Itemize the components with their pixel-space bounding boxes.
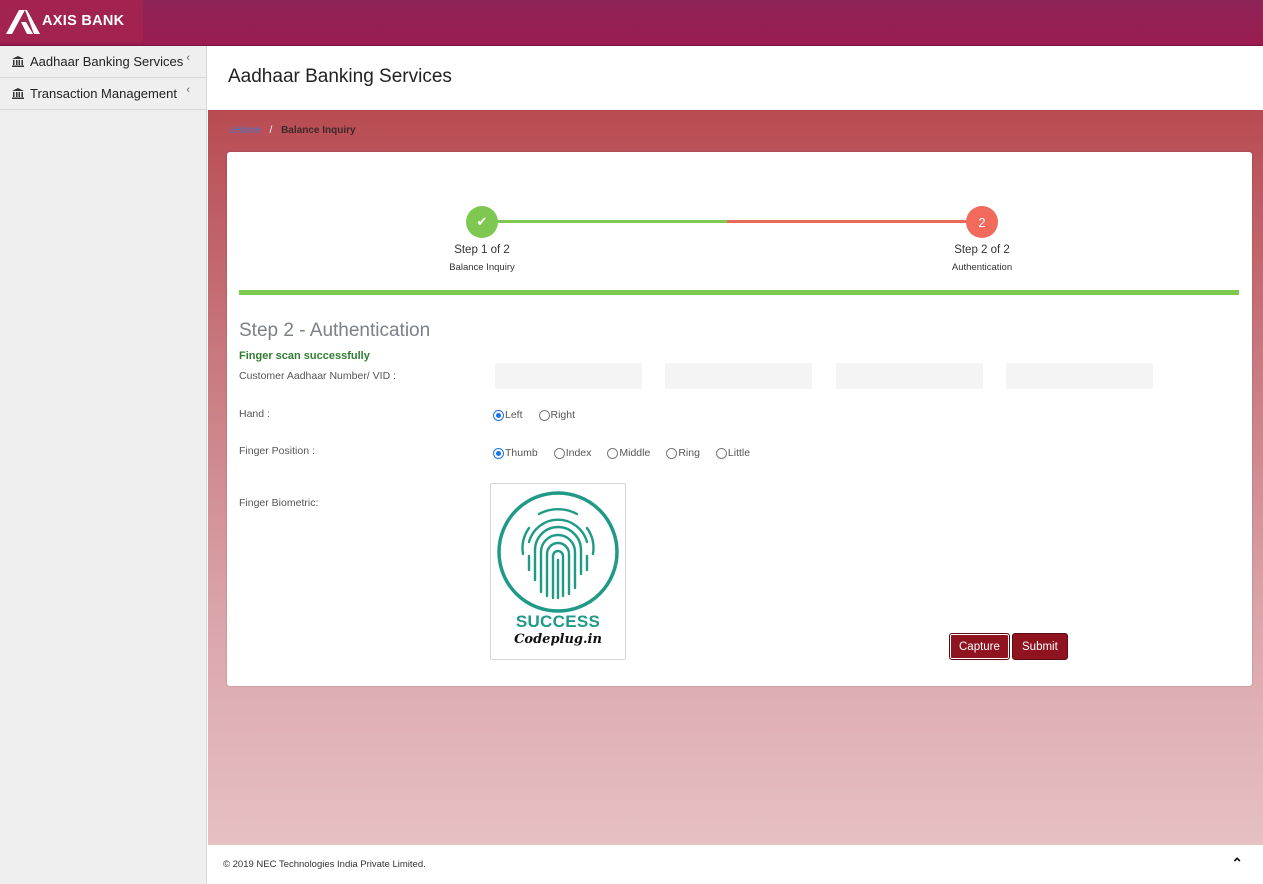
fingerprint-icon: [497, 491, 619, 613]
step-1-sublabel: Balance Inquiry: [449, 262, 515, 273]
auth-card: ✔ 2 Step 1 of 2 Balance Inquiry Step 2 o…: [227, 152, 1252, 686]
stepper-progress-pending: [727, 220, 982, 223]
bank-icon: [12, 56, 24, 67]
finger-biometric-label: Finger Biometric:: [239, 497, 319, 509]
success-message: Finger scan successfully: [239, 350, 370, 362]
biometric-status: SUCCESS: [515, 612, 601, 631]
chevron-left-icon: ‹: [186, 84, 190, 96]
radio-button[interactable]: [666, 447, 678, 459]
brand-logo[interactable]: AXIS BANK: [0, 0, 143, 42]
radio-button[interactable]: [538, 409, 550, 421]
chevron-left-icon: ‹: [186, 52, 190, 64]
radio-button[interactable]: [493, 409, 504, 421]
step-2-label: Step 2 of 2: [954, 244, 1010, 256]
check-icon: ✔: [476, 214, 488, 229]
submit-button[interactable]: Submit: [1012, 633, 1068, 660]
sidebar-item-transaction-management[interactable]: Transaction Management ‹: [0, 78, 206, 110]
finger-option-index[interactable]: Index: [553, 447, 591, 459]
brand-name: AXIS BANK: [42, 13, 125, 29]
sidebar-item-label: Aadhaar Banking Services: [30, 54, 184, 69]
hand-option-left[interactable]: Left: [493, 409, 523, 421]
breadcrumb-current: Balance Inquiry: [281, 125, 356, 136]
step-1-label: Step 1 of 2: [454, 244, 510, 256]
hand-label: Hand :: [239, 408, 270, 420]
breadcrumb: ⌂Home / Balance Inquiry: [228, 125, 356, 136]
content-area: ⌂Home / Balance Inquiry ✔ 2 Step 1 of 2 …: [208, 110, 1263, 845]
hand-radio-group: Left Right: [493, 409, 591, 421]
copyright-text: © 2019 NEC Technologies India Private Li…: [223, 859, 426, 870]
aadhaar-input-2[interactable]: [665, 363, 812, 389]
step-2-indicator: 2: [966, 206, 998, 238]
bank-icon: [12, 88, 24, 99]
finger-position-label: Finger Position :: [239, 445, 315, 457]
sidebar: Aadhaar Banking Services ‹ Transaction M…: [0, 46, 207, 884]
sidebar-item-aadhaar-banking[interactable]: Aadhaar Banking Services ‹: [0, 46, 206, 78]
scroll-top-icon[interactable]: ⌃: [1231, 855, 1243, 872]
page-header: Aadhaar Banking Services: [208, 46, 1263, 110]
axis-logo-icon: [6, 10, 40, 34]
radio-button[interactable]: [715, 447, 727, 459]
aadhaar-label: Customer Aadhaar Number/ VID :: [239, 370, 396, 382]
stepper-progress-done: [482, 220, 727, 223]
breadcrumb-home-link[interactable]: ⌂Home: [228, 125, 264, 136]
step-1-indicator: ✔: [466, 206, 498, 238]
finger-option-middle[interactable]: Middle: [607, 447, 650, 459]
radio-button[interactable]: [553, 447, 565, 459]
aadhaar-input-1[interactable]: [495, 363, 642, 389]
aadhaar-input-3[interactable]: [836, 363, 983, 389]
sidebar-item-label: Transaction Management: [30, 86, 177, 101]
finger-radio-group: Thumb Index Middle Ring Little: [493, 447, 766, 459]
finger-option-ring[interactable]: Ring: [666, 447, 700, 459]
biometric-preview: SUCCESS Codeplug.in: [490, 483, 626, 660]
section-title: Step 2 - Authentication: [239, 320, 431, 341]
breadcrumb-separator: /: [269, 125, 273, 136]
hand-option-right[interactable]: Right: [538, 409, 575, 421]
step-2-sublabel: Authentication: [951, 262, 1013, 273]
footer: © 2019 NEC Technologies India Private Li…: [208, 845, 1263, 884]
biometric-brand: Codeplug.in: [514, 632, 602, 647]
radio-button[interactable]: [493, 447, 504, 459]
aadhaar-input-4[interactable]: [1006, 363, 1153, 389]
section-divider: [239, 290, 1239, 295]
page-title: Aadhaar Banking Services: [228, 66, 452, 87]
finger-option-little[interactable]: Little: [715, 447, 750, 459]
capture-button[interactable]: Capture: [949, 633, 1010, 660]
finger-option-thumb[interactable]: Thumb: [493, 447, 538, 459]
radio-button[interactable]: [607, 447, 619, 459]
top-bar: AXIS BANK: [0, 0, 1263, 46]
